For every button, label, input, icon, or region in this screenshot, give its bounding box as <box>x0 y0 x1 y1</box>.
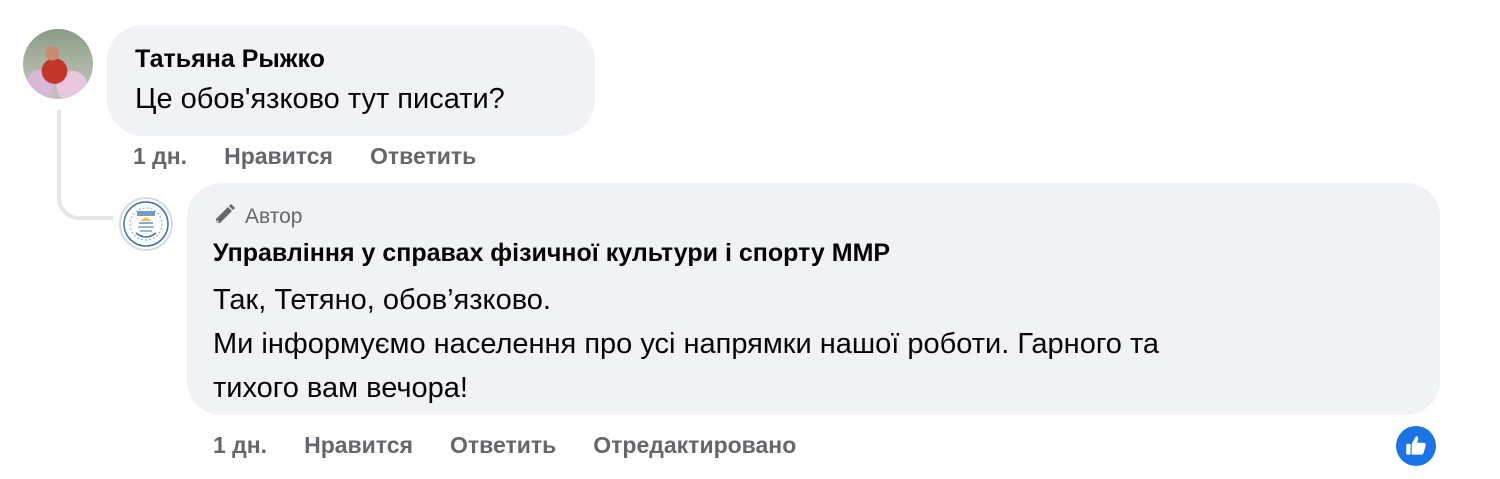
like-button[interactable]: Нравится <box>304 432 413 459</box>
reply-bubble: Автор Управління у справах фізичної куль… <box>187 183 1440 415</box>
edited-label[interactable]: Отредактировано <box>593 432 796 459</box>
reply-author-name[interactable]: Управління у справах фізичної культури і… <box>213 239 890 268</box>
comment-thread: Татьяна Рыжко Це обов'язково тут писати?… <box>0 0 1500 479</box>
reply-text-line: Ми інформуємо населення про усі напрямки… <box>213 328 1160 360</box>
reply-button[interactable]: Ответить <box>370 143 476 170</box>
reply-actions: 1 дн. Нравится Ответить Отредактировано <box>213 432 833 459</box>
comment-timestamp[interactable]: 1 дн. <box>133 143 187 170</box>
avatar[interactable] <box>23 29 93 99</box>
reply-text-line: тихого вам вечора! <box>213 372 468 404</box>
author-badge-label: Автор <box>245 205 303 228</box>
thread-connector <box>57 110 113 220</box>
comment-bubble: Татьяна Рыжко Це обов'язково тут писати? <box>107 25 595 136</box>
like-button[interactable]: Нравится <box>224 143 333 170</box>
reply-text-line: Так, Тетяно, обов’язково. <box>213 284 551 316</box>
comment-author-name[interactable]: Татьяна Рыжко <box>135 45 325 74</box>
page-avatar[interactable] <box>119 197 173 251</box>
pencil-icon <box>213 202 237 232</box>
comment-text: Це обов'язково тут писати? <box>135 83 505 115</box>
reply-button[interactable]: Ответить <box>450 432 556 459</box>
author-badge: Автор <box>213 202 302 232</box>
thumbs-up-icon[interactable] <box>1396 426 1436 466</box>
reply-text: Так, Тетяно, обов’язково. Ми інформуємо … <box>213 278 1159 410</box>
comment-actions: 1 дн. Нравится Ответить <box>133 143 513 170</box>
reply-timestamp[interactable]: 1 дн. <box>213 432 267 459</box>
